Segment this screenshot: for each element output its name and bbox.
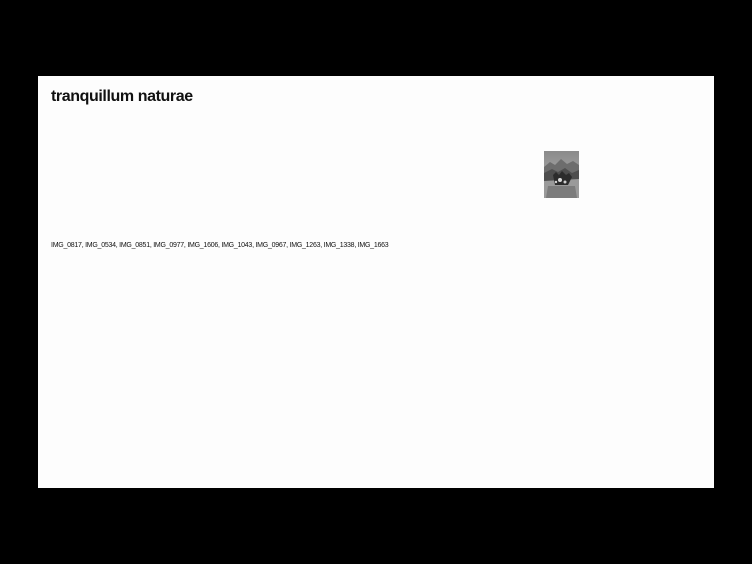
- mountain-landscape-photo-icon: [544, 151, 579, 198]
- image-link[interactable]: IMG_1606: [187, 242, 218, 249]
- image-filename-list: IMG_0817, IMG_0534, IMG_0851, IMG_0977, …: [51, 241, 389, 251]
- featured-thumbnail[interactable]: [544, 151, 579, 198]
- image-link[interactable]: IMG_1338: [324, 242, 355, 249]
- site-title[interactable]: tranquillum naturae: [51, 87, 193, 107]
- image-link[interactable]: IMG_1043: [221, 242, 252, 249]
- image-link[interactable]: IMG_0534: [85, 242, 116, 249]
- image-link[interactable]: IMG_0977: [153, 242, 184, 249]
- image-link[interactable]: IMG_0817: [51, 242, 82, 249]
- image-link[interactable]: IMG_0967: [255, 242, 286, 249]
- image-link[interactable]: IMG_0851: [119, 242, 150, 249]
- image-link[interactable]: IMG_1663: [358, 242, 389, 249]
- page-canvas: tranquillum naturae IMG_0817, IMG_0534, …: [38, 76, 714, 488]
- image-link[interactable]: IMG_1263: [290, 242, 321, 249]
